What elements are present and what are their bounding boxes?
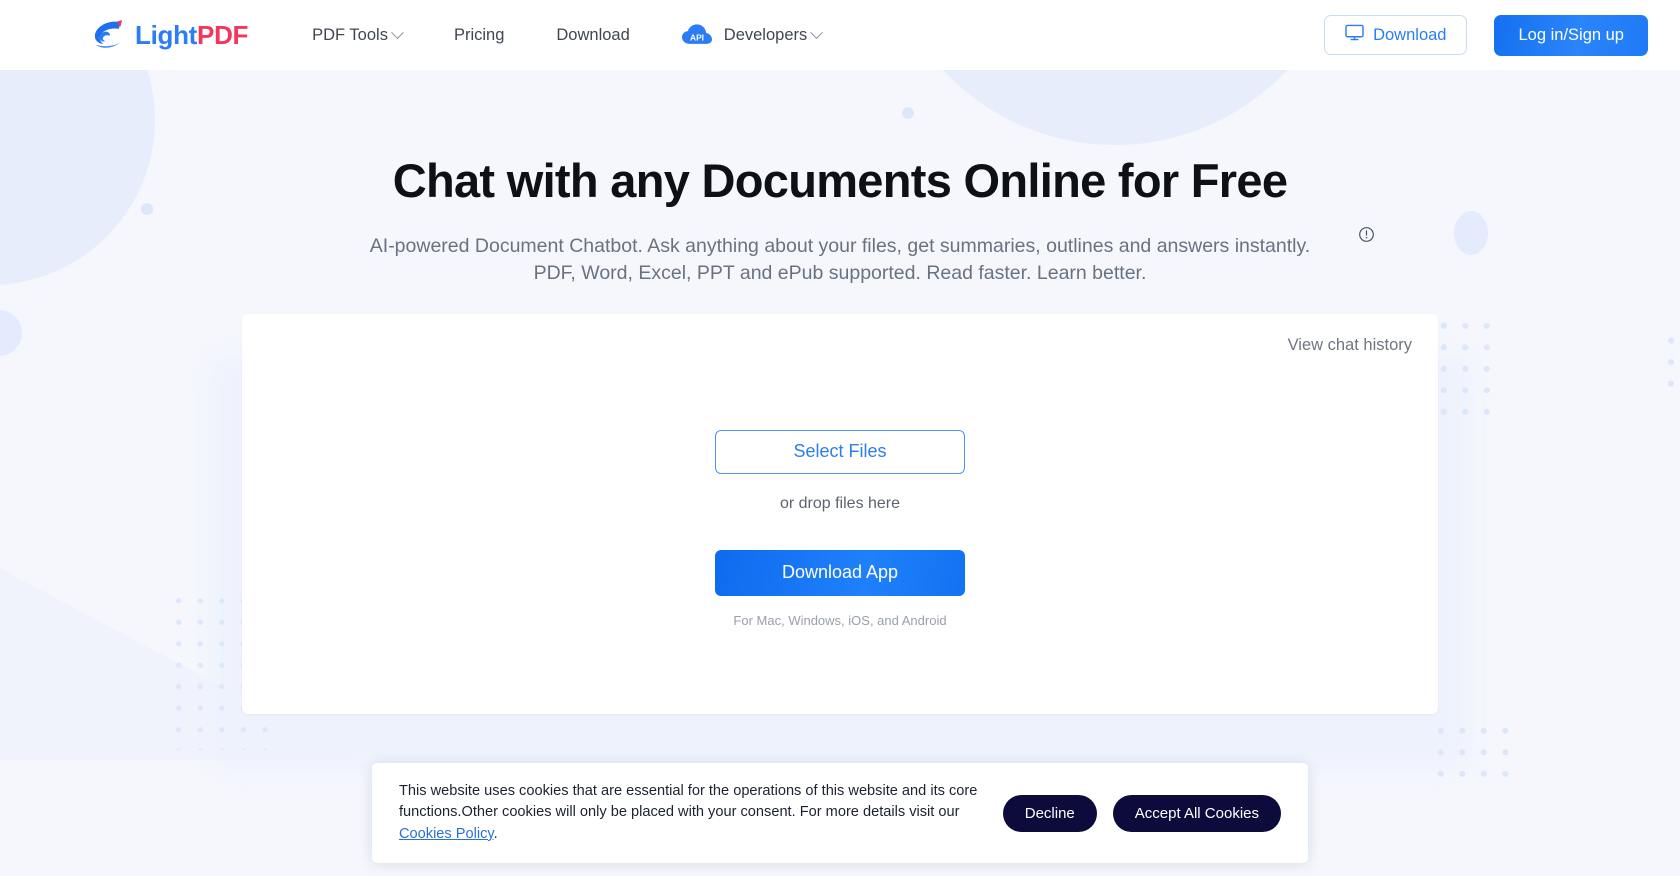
bg-dot-grid-far-right	[1660, 330, 1680, 400]
bg-dot-grid-right-bottom	[1430, 720, 1516, 786]
upload-dropzone[interactable]: Select Files or drop files here Download…	[242, 343, 1438, 714]
main-nav: PDF Tools Pricing Download API Developer…	[286, 0, 847, 70]
monitor-icon	[1345, 24, 1364, 46]
cookies-policy-link[interactable]: Cookies Policy	[399, 826, 494, 842]
cookie-text-end: .	[493, 825, 498, 842]
hero-section: Chat with any Documents Online for Free …	[0, 70, 1680, 288]
download-app-button[interactable]: Download App	[715, 549, 965, 596]
logo-text-light: Light	[135, 20, 198, 50]
nav-item-pdf-tools[interactable]: PDF Tools	[286, 0, 428, 70]
download-button-label: Download	[1373, 25, 1447, 44]
decline-cookies-button[interactable]: Decline	[1002, 794, 1097, 832]
chevron-down-icon	[810, 25, 824, 39]
svg-text:API: API	[690, 32, 704, 42]
nav-item-label: Download	[556, 25, 630, 44]
bg-circle-left-small	[0, 310, 22, 356]
nav-item-download[interactable]: Download	[530, 0, 655, 70]
hero-subtitle: AI-powered Document Chatbot. Ask anythin…	[325, 226, 1374, 288]
logo-text: LightPDF	[135, 22, 248, 48]
cookie-banner-text: This website uses cookies that are essen…	[399, 781, 1003, 844]
lightpdf-bird-logo-icon	[90, 20, 126, 50]
nav-item-pricing[interactable]: Pricing	[428, 0, 530, 70]
download-button[interactable]: Download	[1324, 15, 1468, 55]
cookie-banner-actions: Decline Accept All Cookies	[1002, 794, 1281, 832]
chevron-down-icon	[391, 25, 404, 39]
select-files-button[interactable]: Select Files	[715, 429, 965, 474]
exclamation-circle-icon[interactable]	[1358, 224, 1375, 242]
chat-upload-card: View chat history Select Files or drop f…	[242, 314, 1438, 715]
download-app-caption: For Mac, Windows, iOS, and Android	[733, 612, 947, 628]
header-actions: Download Log in/Sign up	[1324, 14, 1648, 56]
login-signup-button[interactable]: Log in/Sign up	[1494, 14, 1648, 56]
drop-files-hint: or drop files here	[779, 494, 901, 512]
logo-text-pdf: PDF	[197, 20, 249, 50]
hero-subtitle-line2: PDF, Word, Excel, PPT and ePub supported…	[533, 262, 1147, 285]
api-cloud-icon: API	[681, 24, 712, 46]
cookie-text-main: This website uses cookies that are essen…	[399, 783, 978, 821]
page-title: Chat with any Documents Online for Free	[392, 154, 1288, 207]
site-header: LightPDF PDF Tools Pricing Download API …	[0, 0, 1680, 70]
nav-item-label: Pricing	[453, 25, 505, 44]
logo[interactable]: LightPDF	[90, 20, 248, 50]
accept-all-cookies-button[interactable]: Accept All Cookies	[1112, 794, 1281, 832]
nav-item-developers[interactable]: API Developers	[656, 0, 847, 70]
nav-item-label: PDF Tools	[312, 25, 388, 44]
cookie-consent-banner: This website uses cookies that are essen…	[372, 763, 1308, 863]
hero-subtitle-line1: AI-powered Document Chatbot. Ask anythin…	[369, 234, 1311, 257]
nav-item-label: Developers	[723, 25, 808, 44]
